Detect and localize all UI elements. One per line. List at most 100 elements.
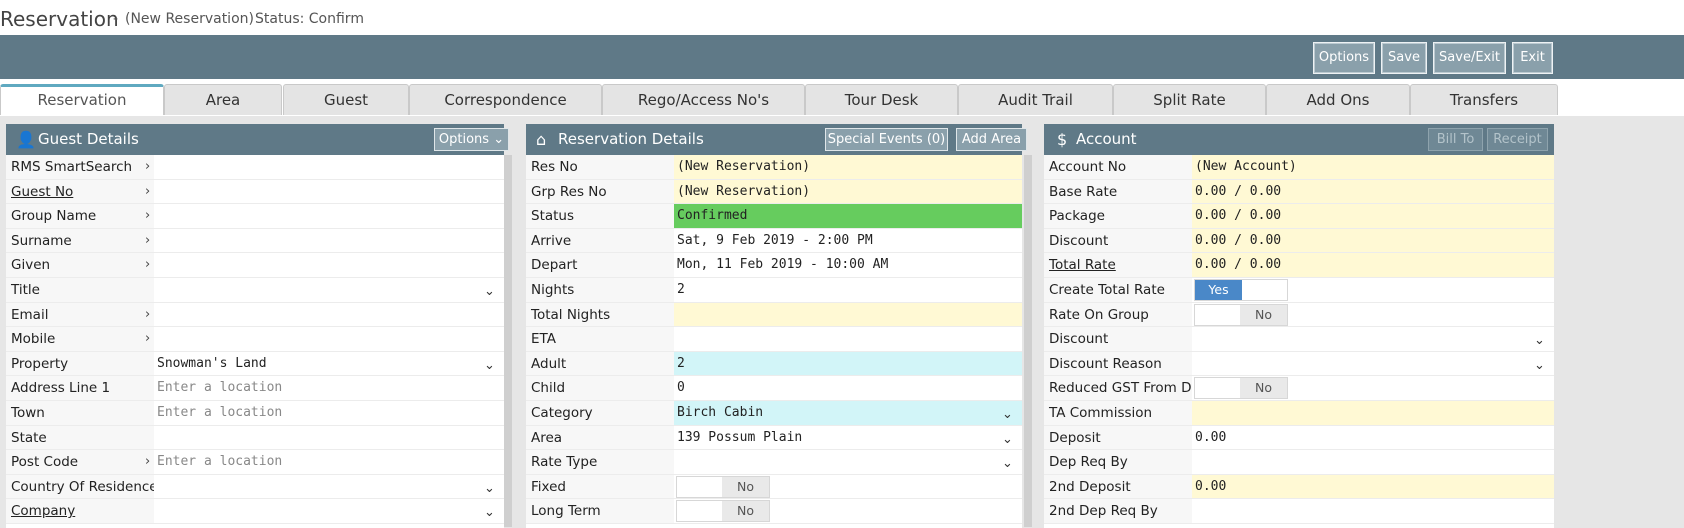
guest-options-button[interactable]: Options ⌄ xyxy=(434,128,509,151)
town-input[interactable]: Enter a location xyxy=(154,401,484,425)
res-row-arrive[interactable]: Arrive Sat, 9 Feb 2019 - 2:00 PM xyxy=(526,228,1022,254)
chevron-down-icon[interactable]: ⌄ xyxy=(1534,354,1545,378)
acc-row-2nd-dep-req-by[interactable]: 2nd Dep Req By xyxy=(1044,499,1554,524)
category-select[interactable]: Birch Cabin xyxy=(674,400,1022,425)
create-total-rate-toggle[interactable]: Yes xyxy=(1194,278,1288,301)
arrive-input[interactable]: Sat, 9 Feb 2019 - 2:00 PM xyxy=(674,229,1022,253)
tab-transfers[interactable]: Transfers xyxy=(1410,84,1558,115)
chevron-down-icon[interactable]: ⌄ xyxy=(484,280,495,304)
res-row-child[interactable]: Child 0 xyxy=(526,376,1022,401)
tab-reservation[interactable]: Reservation xyxy=(0,84,164,115)
field-label[interactable]: Company xyxy=(6,499,154,523)
guest-row-country[interactable]: Country Of Residence ⌄ xyxy=(6,474,504,501)
long-term-toggle[interactable]: No xyxy=(676,500,770,523)
ta-commission-value[interactable] xyxy=(1192,400,1554,425)
guest-row-mobile[interactable]: Mobile › xyxy=(6,327,504,352)
guest-row-title[interactable]: Title ⌄ xyxy=(6,277,504,304)
res-row-long-term[interactable]: Long Term No xyxy=(526,499,1022,524)
guest-row-town[interactable]: Town Enter a location xyxy=(6,400,504,426)
chevron-down-icon[interactable]: ⌄ xyxy=(484,501,495,525)
exit-button[interactable]: Exit xyxy=(1512,42,1553,74)
acc-row-reduced-gst[interactable]: Reduced GST From D... No xyxy=(1044,376,1554,401)
depart-input[interactable]: Mon, 11 Feb 2019 - 10:00 AM xyxy=(674,253,1022,277)
acc-row-discount-reason[interactable]: Discount Reason ⌄ xyxy=(1044,351,1554,378)
tab-area[interactable]: Area xyxy=(164,84,282,115)
field-label: TA Commission xyxy=(1044,400,1192,425)
guest-scrollbar[interactable] xyxy=(504,155,512,527)
rate-on-group-toggle[interactable]: No xyxy=(1194,303,1288,326)
tab-tour-desk[interactable]: Tour Desk xyxy=(805,84,958,115)
area-select[interactable]: 139 Possum Plain xyxy=(674,426,1022,450)
status-value[interactable]: Confirmed xyxy=(674,204,1022,228)
guest-row-postcode[interactable]: Post Code › Enter a location xyxy=(6,450,504,475)
guest-row-address[interactable]: Address Line 1 Enter a location xyxy=(6,376,504,401)
postcode-input[interactable]: Enter a location xyxy=(154,450,484,474)
chevron-down-icon[interactable]: ⌄ xyxy=(1002,403,1013,427)
field-label[interactable]: Total Rate xyxy=(1044,253,1192,277)
res-row-adult[interactable]: Adult 2 xyxy=(526,351,1022,377)
acc-row-discount-select[interactable]: Discount ⌄ xyxy=(1044,327,1554,352)
chevron-down-icon[interactable]: ⌄ xyxy=(1002,452,1013,476)
tab-rego-access[interactable]: Rego/Access No's xyxy=(602,84,805,115)
res-row-rate-type[interactable]: Rate Type ⌄ xyxy=(526,450,1022,475)
acc-row-rate-on-group[interactable]: Rate On Group No xyxy=(1044,302,1554,328)
deposit-input[interactable]: 0.00 xyxy=(1192,426,1554,450)
tab-audit-trail[interactable]: Audit Trail xyxy=(958,84,1113,115)
tab-split-rate[interactable]: Split Rate xyxy=(1113,84,1266,115)
chevron-down-icon[interactable]: ⌄ xyxy=(1002,428,1013,452)
eta-input[interactable] xyxy=(674,327,1022,351)
guest-row-given[interactable]: Given › xyxy=(6,253,504,278)
res-row-fixed[interactable]: Fixed No xyxy=(526,474,1022,500)
child-input[interactable]: 0 xyxy=(674,376,1022,400)
adult-input[interactable]: 2 xyxy=(674,351,1022,376)
chevron-down-icon[interactable]: ⌄ xyxy=(484,354,495,378)
field-label[interactable]: Guest No xyxy=(6,179,154,204)
save-button[interactable]: Save xyxy=(1381,42,1427,74)
guest-row-guest-no[interactable]: Guest No › xyxy=(6,179,504,205)
toggle-no[interactable]: No xyxy=(1240,378,1287,399)
res-row-area[interactable]: Area 139 Possum Plain ⌄ xyxy=(526,425,1022,452)
res-row-nights[interactable]: Nights 2 xyxy=(526,277,1022,303)
reduced-gst-toggle[interactable]: No xyxy=(1194,377,1288,400)
acc-row-ta-commission[interactable]: TA Commission xyxy=(1044,400,1554,426)
reservation-scrollbar[interactable] xyxy=(1024,155,1032,527)
tab-guest[interactable]: Guest xyxy=(283,84,409,115)
guest-row-company[interactable]: Company ⌄ xyxy=(6,499,504,524)
res-row-eta[interactable]: ETA xyxy=(526,327,1022,352)
nights-input[interactable]: 2 xyxy=(674,278,1022,302)
guest-row-property[interactable]: Property Snowman's Land ⌄ xyxy=(6,351,504,378)
acc-row-create-total-rate[interactable]: Create Total Rate Yes xyxy=(1044,277,1554,303)
guest-row-smartsearch[interactable]: RMS SmartSearch › xyxy=(6,155,504,180)
toggle-no[interactable]: No xyxy=(722,476,769,497)
guest-row-state[interactable]: State xyxy=(6,425,504,451)
res-row-status[interactable]: Status Confirmed xyxy=(526,204,1022,229)
chevron-down-icon[interactable]: ⌄ xyxy=(484,477,495,501)
fixed-toggle[interactable]: No xyxy=(676,475,770,498)
toggle-no[interactable]: No xyxy=(722,501,769,522)
res-row-depart[interactable]: Depart Mon, 11 Feb 2019 - 10:00 AM xyxy=(526,253,1022,278)
acc-row-total-rate[interactable]: Total Rate 0.00 / 0.00 xyxy=(1044,253,1554,278)
toggle-yes[interactable]: Yes xyxy=(1195,279,1242,300)
tab-add-ons[interactable]: Add Ons xyxy=(1266,84,1410,115)
receipt-button[interactable]: Receipt xyxy=(1487,128,1548,151)
acc-row-2nd-deposit[interactable]: 2nd Deposit 0.00 xyxy=(1044,474,1554,500)
address-input[interactable]: Enter a location xyxy=(154,376,484,400)
property-select[interactable]: Snowman's Land xyxy=(154,352,484,376)
guest-row-email[interactable]: Email › xyxy=(6,302,504,328)
save-exit-button[interactable]: Save/Exit xyxy=(1433,42,1506,74)
dep-req-by-input[interactable] xyxy=(1192,450,1554,474)
guest-row-group-name[interactable]: Group Name › xyxy=(6,204,504,229)
tab-correspondence[interactable]: Correspondence xyxy=(409,84,602,115)
res-row-category[interactable]: Category Birch Cabin ⌄ xyxy=(526,400,1022,427)
special-events-button[interactable]: Special Events (0) xyxy=(825,128,948,151)
options-button[interactable]: Options xyxy=(1313,42,1375,74)
toggle-no[interactable]: No xyxy=(1240,304,1287,325)
guest-row-surname[interactable]: Surname › xyxy=(6,228,504,254)
second-dep-req-by-input[interactable] xyxy=(1192,499,1554,523)
second-deposit-input[interactable]: 0.00 xyxy=(1192,474,1554,499)
chevron-down-icon[interactable]: ⌄ xyxy=(1534,329,1545,353)
bill-to-button[interactable]: Bill To xyxy=(1428,128,1483,151)
add-area-button[interactable]: Add Area xyxy=(956,128,1027,151)
acc-row-deposit[interactable]: Deposit 0.00 xyxy=(1044,425,1554,451)
acc-row-dep-req-by[interactable]: Dep Req By xyxy=(1044,450,1554,475)
